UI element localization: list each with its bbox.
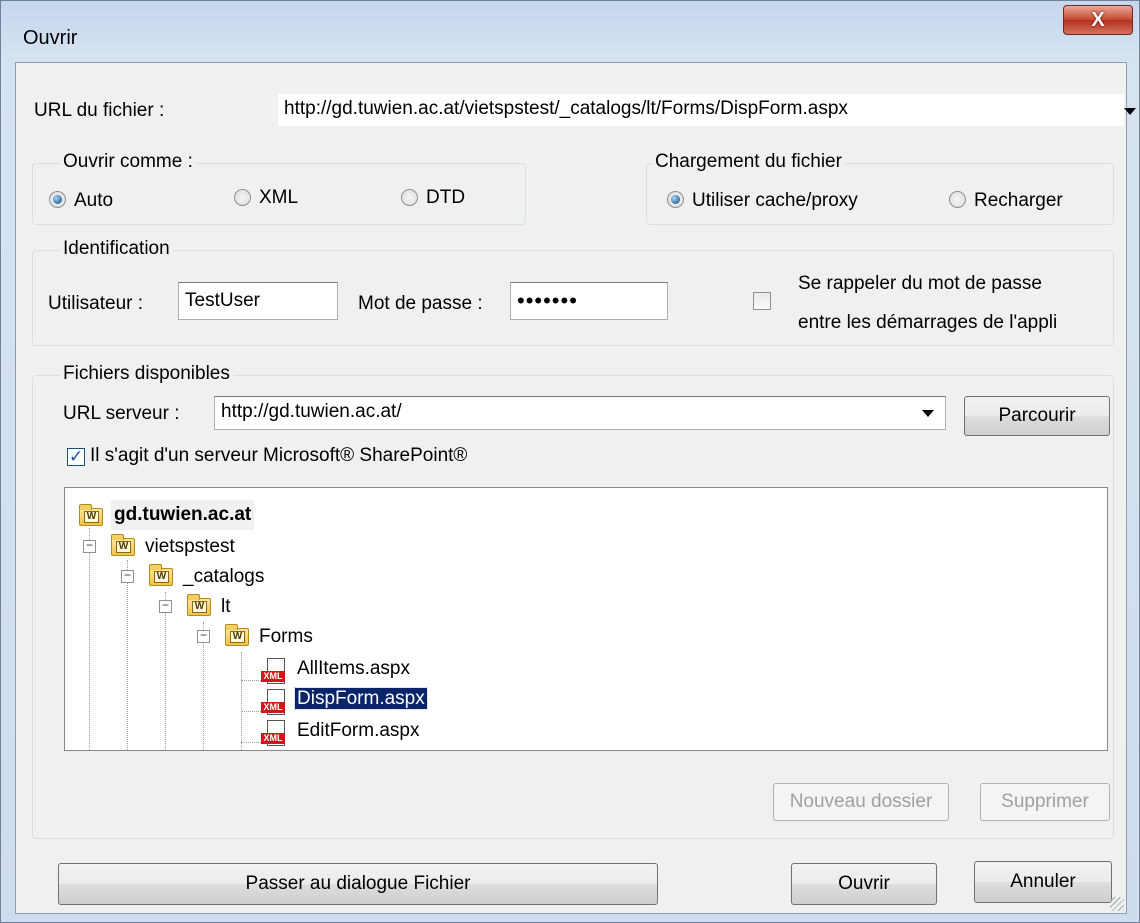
open-as-title: Ouvrir comme : — [60, 151, 196, 173]
tree-line — [89, 528, 90, 750]
radio-xml-label: XML — [259, 187, 299, 208]
server-url-dropdown-arrow-icon[interactable] — [922, 410, 934, 417]
tree-folder-label[interactable]: lt — [221, 592, 231, 622]
server-url-value: http://gd.tuwien.ac.at/ — [221, 401, 402, 422]
tree-folder-label[interactable]: vietspstest — [145, 532, 235, 562]
collapse-icon[interactable]: − — [197, 629, 210, 643]
radio-reload[interactable] — [949, 191, 966, 208]
server-url-combobox[interactable]: http://gd.tuwien.ac.at/ — [214, 396, 946, 430]
radio-auto-label: Auto — [74, 190, 114, 211]
tree-file-label-selected[interactable]: DispForm.aspx — [294, 685, 428, 713]
collapse-icon[interactable]: − — [121, 569, 134, 583]
sharepoint-checkbox[interactable]: ✓ — [67, 448, 85, 466]
tree-line — [241, 652, 242, 750]
folder-icon: W — [187, 594, 211, 616]
password-label: Mot de passe : — [358, 293, 483, 314]
available-files-title: Fichiers disponibles — [60, 363, 233, 385]
dialog-body: URL du fichier : http://gd.tuwien.ac.at/… — [15, 62, 1136, 914]
new-folder-button[interactable]: Nouveau dossier — [773, 783, 949, 821]
radio-auto[interactable] — [49, 191, 66, 208]
radio-dtd-label: DTD — [426, 187, 466, 208]
browse-button[interactable]: Parcourir — [964, 396, 1110, 436]
tree-file-label[interactable]: AllItems.aspx — [297, 654, 410, 684]
xml-file-icon: XML — [261, 720, 287, 750]
folder-icon: W — [111, 534, 135, 556]
open-dialog: Ouvrir X URL du fichier : http://gd.tuwi… — [0, 0, 1140, 923]
xml-file-icon: XML — [261, 658, 287, 688]
user-label: Utilisateur : — [48, 293, 144, 314]
remember-password-checkbox[interactable] — [753, 292, 771, 310]
cancel-button[interactable]: Annuler — [974, 861, 1112, 903]
file-url-combobox[interactable]: http://gd.tuwien.ac.at/vietspstest/_cata… — [278, 94, 1124, 126]
collapse-icon[interactable]: − — [83, 539, 96, 553]
tree-folder-label[interactable]: Forms — [259, 622, 313, 652]
file-url-value: http://gd.tuwien.ac.at/vietspstest/_cata… — [284, 98, 848, 119]
password-input[interactable]: ••••••• — [510, 282, 668, 320]
selected-file-name: DispForm.aspx — [294, 687, 428, 710]
collapse-icon[interactable]: − — [159, 599, 172, 613]
close-button[interactable]: X — [1063, 5, 1133, 35]
open-button[interactable]: Ouvrir — [791, 863, 937, 905]
folder-icon: W — [225, 624, 249, 646]
radio-dtd[interactable] — [401, 189, 418, 206]
server-folder-icon: W — [79, 504, 103, 526]
resize-grip-icon[interactable] — [1110, 897, 1124, 911]
user-input[interactable]: TestUser — [178, 282, 338, 320]
sharepoint-label: Il s'agit d'un serveur Microsoft® ShareP… — [90, 445, 468, 466]
tree-file-label[interactable]: EditForm.aspx — [297, 716, 419, 746]
xml-file-icon: XML — [261, 689, 287, 719]
server-url-label: URL serveur : — [63, 403, 180, 424]
file-loading-title: Chargement du fichier — [652, 151, 845, 173]
radio-xml[interactable] — [234, 189, 251, 206]
dialog-title: Ouvrir — [23, 27, 78, 49]
tree-line — [165, 592, 166, 750]
folder-icon: W — [149, 564, 173, 586]
file-url-label: URL du fichier : — [34, 100, 165, 121]
delete-button[interactable]: Supprimer — [980, 783, 1110, 821]
tree-line — [127, 560, 128, 750]
radio-use-cache-label: Utiliser cache/proxy — [692, 190, 858, 211]
radio-use-cache[interactable] — [667, 191, 684, 208]
remember-password-line1: Se rappeler du mot de passe — [798, 273, 1042, 294]
file-url-dropdown-arrow-icon[interactable] — [1124, 108, 1136, 115]
radio-reload-label: Recharger — [974, 190, 1063, 211]
identification-title: Identification — [60, 238, 173, 260]
title-bar[interactable]: Ouvrir X — [1, 1, 1139, 61]
file-tree[interactable]: W gd.tuwien.ac.at − W vietspstest − W _c… — [64, 487, 1108, 751]
remember-password-line2: entre les démarrages de l'appli — [798, 312, 1058, 333]
tree-folder-label[interactable]: _catalogs — [183, 562, 264, 592]
tree-root-label[interactable]: gd.tuwien.ac.at — [111, 500, 255, 530]
switch-to-file-dialog-button[interactable]: Passer au dialogue Fichier — [58, 863, 658, 905]
